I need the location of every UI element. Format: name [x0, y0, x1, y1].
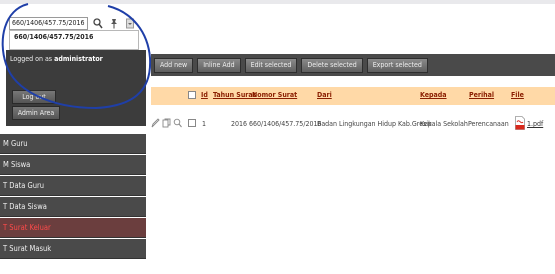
copy-icon[interactable]	[162, 118, 171, 130]
search-input[interactable]	[9, 16, 88, 30]
table-header: Id Tahun Surat Nomor Surat Dari Kepada P…	[151, 87, 555, 105]
col-perihal[interactable]: Perihal	[469, 91, 494, 99]
select-all-checkbox[interactable]	[188, 91, 196, 99]
edit-icon[interactable]	[151, 118, 160, 130]
search-row	[9, 16, 136, 30]
logged-user: administrator	[54, 55, 103, 63]
side-menu: M Guru M Siswa T Data Guru T Data Siswa …	[0, 134, 146, 260]
file-link[interactable]: 1.pdf	[527, 120, 543, 128]
row-actions	[151, 118, 182, 130]
cell-tahun: 2016	[231, 120, 248, 128]
export-selected-button[interactable]: Export selected	[366, 57, 428, 73]
cell-dari: Badan Lingkungan Hidup Kab.Gresik	[317, 120, 432, 128]
menu-item-t-surat-masuk[interactable]: T Surat Masuk	[0, 239, 146, 259]
logged-on-text: Logged on as administrator	[10, 55, 103, 63]
view-icon[interactable]	[173, 118, 182, 130]
menu-item-t-surat-keluar[interactable]: T Surat Keluar	[0, 218, 146, 238]
col-id[interactable]: Id	[201, 91, 208, 99]
pin-icon[interactable]	[108, 17, 120, 30]
search-autocomplete: 660/1406/457.75/2016	[9, 30, 139, 50]
edit-selected-button[interactable]: Edit selected	[244, 57, 298, 73]
cell-id: 1	[202, 120, 207, 128]
dropdown-icon[interactable]	[124, 17, 136, 30]
col-nomor-surat[interactable]: Nomor Surat	[252, 91, 297, 99]
inline-add-button[interactable]: Inline Add	[197, 57, 241, 73]
search-icon[interactable]	[92, 17, 104, 30]
row-checkbox[interactable]	[188, 119, 196, 127]
sidebar: 660/1406/457.75/2016 Logged on as admini…	[0, 0, 146, 274]
table-row: 1 2016 660/1406/457.75/2016 Badan Lingku…	[151, 105, 555, 155]
logged-prefix: Logged on as	[10, 55, 53, 63]
menu-item-m-guru[interactable]: M Guru	[0, 134, 146, 154]
col-tahun-surat[interactable]: Tahun Surat	[213, 91, 256, 99]
autocomplete-item[interactable]: 660/1406/457.75/2016	[14, 33, 134, 41]
delete-selected-button[interactable]: Delete selected	[301, 57, 363, 73]
admin-area-button[interactable]: Admin Area	[12, 106, 60, 120]
menu-item-t-data-siswa[interactable]: T Data Siswa	[0, 197, 146, 217]
col-kepada[interactable]: Kepada	[420, 91, 447, 99]
cell-nomor: 660/1406/457.75/2016	[249, 120, 322, 128]
pdf-icon[interactable]	[515, 116, 525, 130]
add-new-button[interactable]: Add new	[154, 57, 194, 73]
col-file[interactable]: File	[511, 91, 524, 99]
grid-toolbar: Add new Inline Add Edit selected Delete …	[151, 54, 555, 76]
menu-item-m-siswa[interactable]: M Siswa	[0, 155, 146, 175]
user-panel: Logged on as administrator Log out Admin…	[6, 50, 146, 126]
cell-perihal: Perencanaan	[468, 120, 509, 128]
col-dari[interactable]: Dari	[317, 91, 332, 99]
menu-item-t-data-guru[interactable]: T Data Guru	[0, 176, 146, 196]
cell-kepada: Kepala Sekolah	[420, 120, 468, 128]
logout-button[interactable]: Log out	[12, 90, 56, 104]
